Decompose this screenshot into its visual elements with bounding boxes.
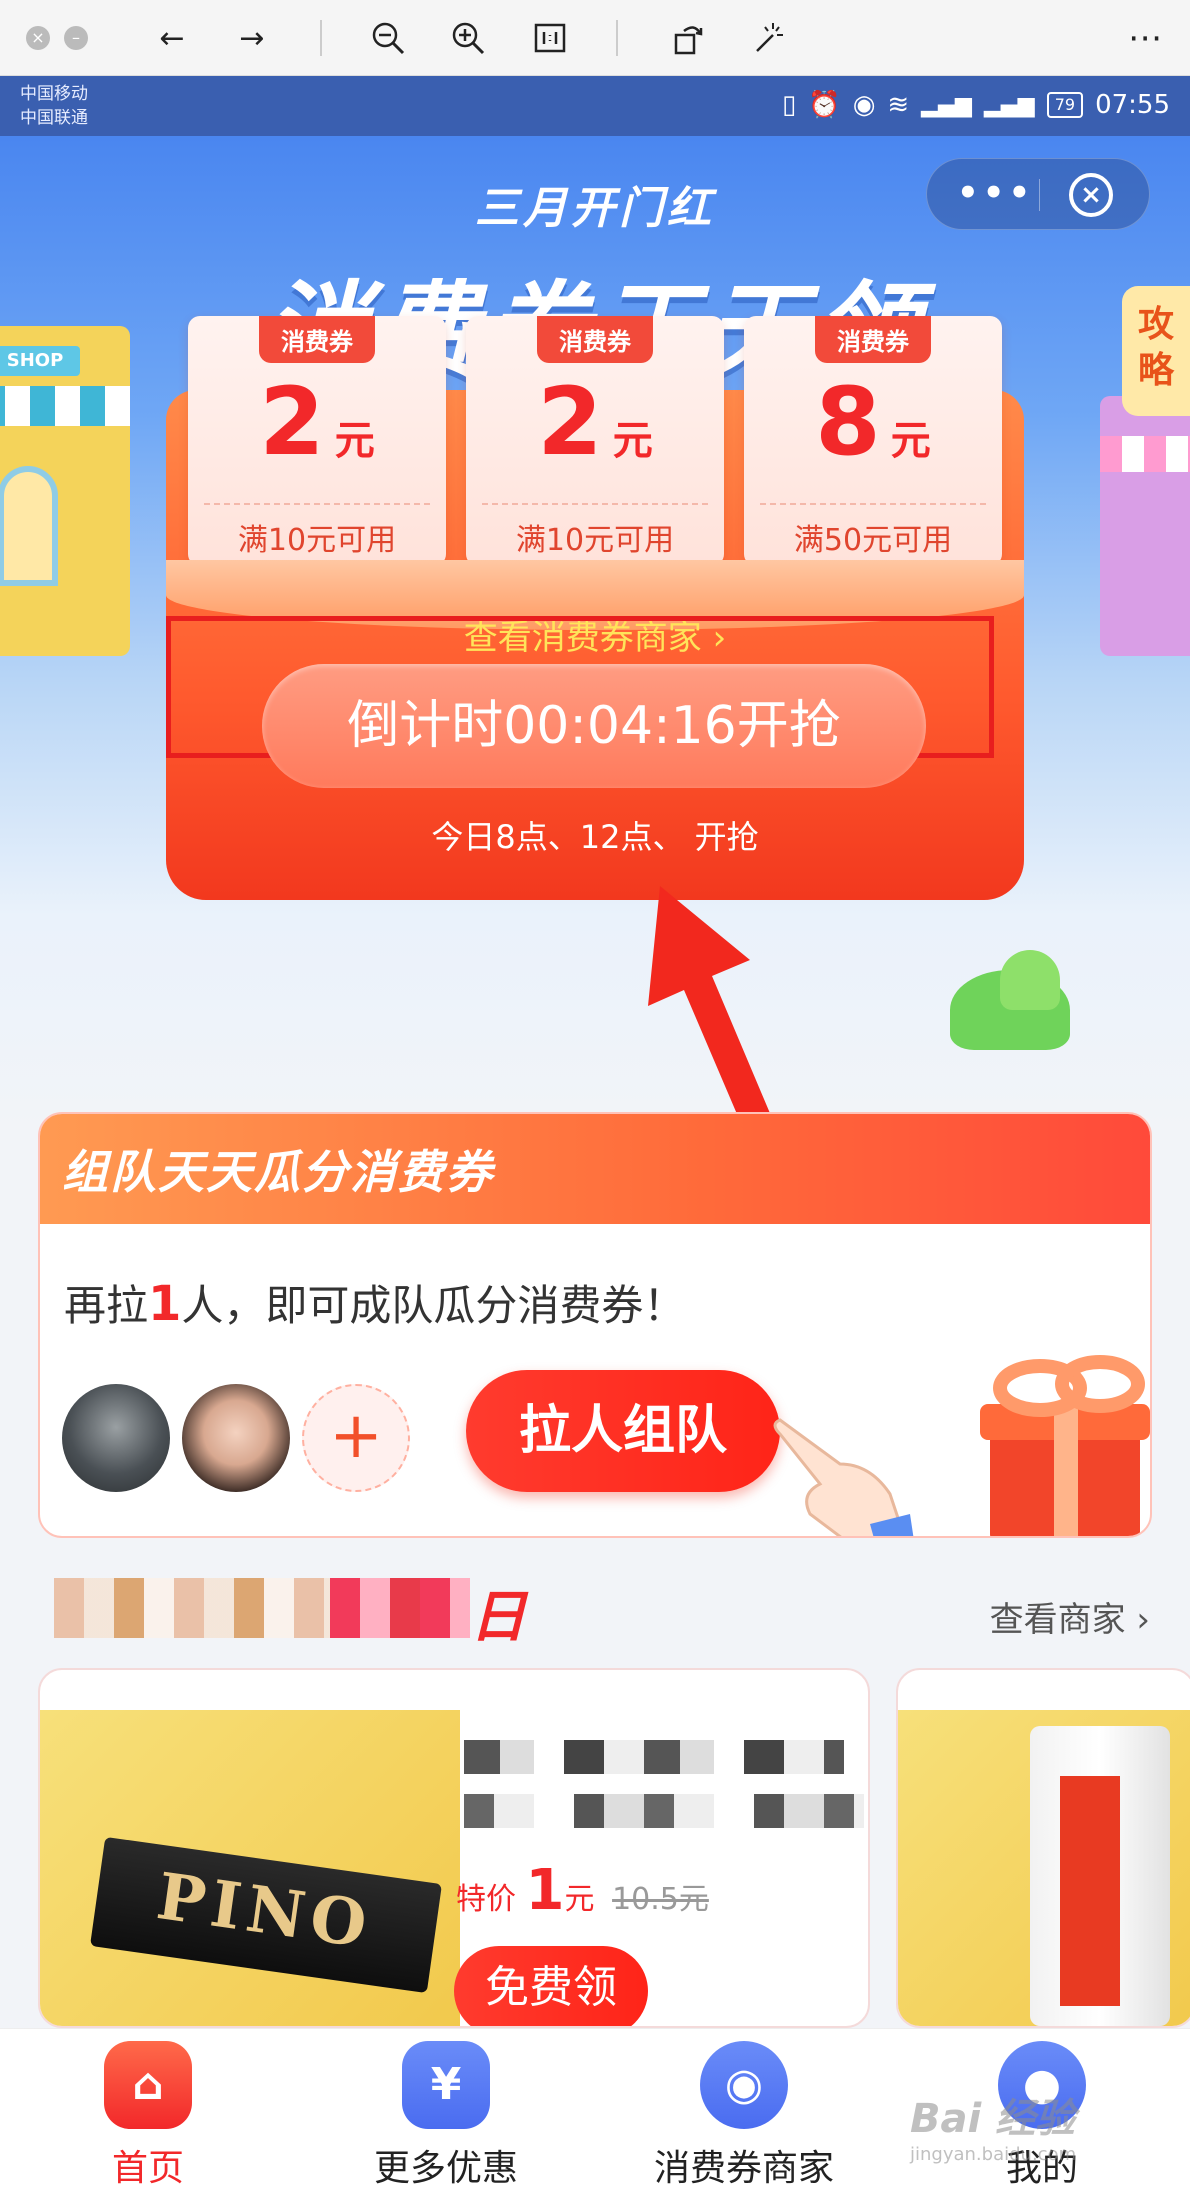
- coupon-tag: 消费券: [259, 316, 375, 363]
- coupon-unit: 元: [890, 418, 931, 464]
- toolbar-divider: [320, 20, 322, 56]
- actual-size-icon[interactable]: [530, 18, 570, 58]
- eye-icon: ◉: [852, 90, 876, 120]
- miniapp-capsule: ••• ×: [926, 158, 1150, 230]
- rotate-icon[interactable]: [668, 18, 708, 58]
- section-title-suffix: 日: [470, 1585, 526, 1650]
- add-member-icon[interactable]: +: [302, 1384, 410, 1492]
- pointing-hand-icon: [773, 1418, 914, 1536]
- nav-more-offers[interactable]: ¥ 更多优惠: [336, 2041, 556, 2191]
- nav-label: 更多优惠: [373, 2148, 518, 2189]
- clock: 07:55: [1095, 90, 1170, 120]
- carrier-info: 中国移动 中国联通: [20, 82, 88, 130]
- magic-wand-icon[interactable]: [748, 18, 788, 58]
- coupon-amount: 2元: [188, 373, 446, 491]
- avatar: [182, 1384, 290, 1492]
- nav-label: 消费券商家: [653, 2148, 834, 2189]
- coupon-card[interactable]: 消费券 2元 满10元可用: [188, 316, 446, 566]
- coupon-amount-value: 8: [815, 368, 881, 477]
- product-card[interactable]: PINO 特价 1元 10.5元 免费领: [38, 1668, 870, 2028]
- watermark-sub: jingyan.baidu.com: [910, 2144, 1077, 2165]
- wifi-icon: ≋: [887, 90, 910, 120]
- back-arrow-icon[interactable]: ←: [152, 18, 192, 58]
- bush-illustration: [1000, 950, 1060, 1010]
- nav-coupon-merchants[interactable]: ◉ 消费券商家: [634, 2041, 854, 2191]
- capsule-divider: [1039, 179, 1040, 211]
- blurred-can-label: [1060, 1776, 1120, 2006]
- coupon-amount: 8元: [744, 373, 1002, 491]
- image-viewer-toolbar: × – ← → ⋯: [0, 0, 1190, 76]
- team-message: 再拉1人，即可成队瓜分消费券！: [64, 1272, 685, 1333]
- coupon-condition: 满10元可用: [204, 503, 430, 559]
- forward-arrow-icon[interactable]: →: [232, 18, 272, 58]
- phone-status-bar: 中国移动 中国联通 ▯ ⏰ ◉ ≋ ▂▄▆ ▂▄▆ 79 07:55: [0, 76, 1190, 136]
- vibrate-icon: ▯: [782, 90, 797, 120]
- carrier-1: 中国移动: [20, 84, 88, 104]
- product-card[interactable]: [896, 1668, 1190, 2028]
- avatar: [62, 1384, 170, 1492]
- product-price: 特价 1元 10.5元: [456, 1858, 709, 1923]
- coupon-card[interactable]: 消费券 8元 满50元可用: [744, 316, 1002, 566]
- close-circle-icon[interactable]: ×: [1069, 173, 1113, 217]
- baidu-jingyan-watermark: Bai 经验 jingyan.baidu.com: [910, 2086, 1076, 2165]
- claim-free-button[interactable]: 免费领: [454, 1946, 648, 2026]
- countdown-button[interactable]: 倒计时00:04:16开抢: [262, 664, 926, 788]
- signal-icon: ▂▄▆: [921, 92, 972, 118]
- view-merchants-link[interactable]: 查看商家 ›: [990, 1592, 1150, 1641]
- invite-team-button[interactable]: 拉人组队: [466, 1370, 780, 1492]
- team-msg-count: 1: [148, 1276, 182, 1332]
- coupon-tag: 消费券: [537, 316, 653, 363]
- yen-coupon-icon: ¥: [402, 2041, 490, 2129]
- carrier-2: 中国联通: [20, 108, 88, 128]
- coupon-tag: 消费券: [815, 316, 931, 363]
- original-price: 10.5元: [612, 1882, 709, 1917]
- coupon-condition: 满10元可用: [482, 503, 708, 559]
- team-card-title: 组队天天瓜分消费券: [62, 1145, 494, 1199]
- more-menu-icon[interactable]: •••: [957, 173, 1034, 213]
- price-label: 特价: [456, 1882, 516, 1917]
- price-value: 1: [525, 1858, 565, 1923]
- home-icon: ⌂: [104, 2041, 192, 2129]
- window-close-icon[interactable]: ×: [26, 26, 50, 50]
- team-card: 组队天天瓜分消费券 再拉1人，即可成队瓜分消费券！ + 拉人组队: [38, 1112, 1152, 1538]
- tissue-pack-illustration: PINO: [89, 1836, 443, 1994]
- grab-schedule-text: 今日8点、12点、 开抢: [431, 818, 759, 856]
- product-brand: PINO: [152, 1859, 377, 1964]
- strategy-tab[interactable]: 攻略: [1122, 286, 1190, 416]
- team-msg-prefix: 再拉: [64, 1281, 149, 1330]
- awning-illustration: [1100, 436, 1190, 472]
- window-minimize-icon[interactable]: –: [64, 26, 88, 50]
- blurred-section-title: [330, 1578, 470, 1638]
- coupon-amount: 2元: [466, 373, 724, 491]
- coupon-card[interactable]: 消费券 2元 满10元可用: [466, 316, 724, 566]
- coupon-condition: 满50元可用: [760, 503, 986, 559]
- drink-can-illustration: [1030, 1726, 1170, 2026]
- team-msg-suffix: 人，即可成队瓜分消费券！: [181, 1281, 686, 1330]
- status-icons: ▯ ⏰ ◉ ≋ ▂▄▆ ▂▄▆ 79 07:55: [782, 90, 1170, 120]
- signal-icon: ▂▄▆: [983, 92, 1035, 118]
- gift-box-icon: [980, 1355, 1150, 1536]
- location-pin-icon: ◉: [700, 2041, 788, 2129]
- blurred-product-name: [464, 1794, 864, 1828]
- blurred-section-title: [54, 1578, 334, 1638]
- coupon-amount-value: 2: [537, 368, 603, 477]
- product-image: PINO: [40, 1710, 460, 2026]
- more-options-icon[interactable]: ⋯: [1126, 18, 1166, 58]
- blurred-product-name: [464, 1740, 844, 1774]
- coupon-unit: 元: [612, 418, 653, 464]
- window-illustration: [0, 466, 58, 586]
- battery-icon: 79: [1046, 92, 1084, 118]
- toolbar-divider: [616, 20, 618, 56]
- zoom-out-icon[interactable]: [368, 18, 408, 58]
- coupon-amount-value: 2: [259, 368, 325, 477]
- zoom-in-icon[interactable]: [448, 18, 488, 58]
- alarm-icon: ⏰: [808, 90, 841, 120]
- price-unit: 元: [564, 1882, 595, 1917]
- coupon-unit: 元: [334, 418, 375, 464]
- watermark-main: Bai 经验: [910, 2096, 1076, 2142]
- nav-home[interactable]: ⌂ 首页: [38, 2041, 258, 2191]
- nav-label: 首页: [111, 2148, 184, 2189]
